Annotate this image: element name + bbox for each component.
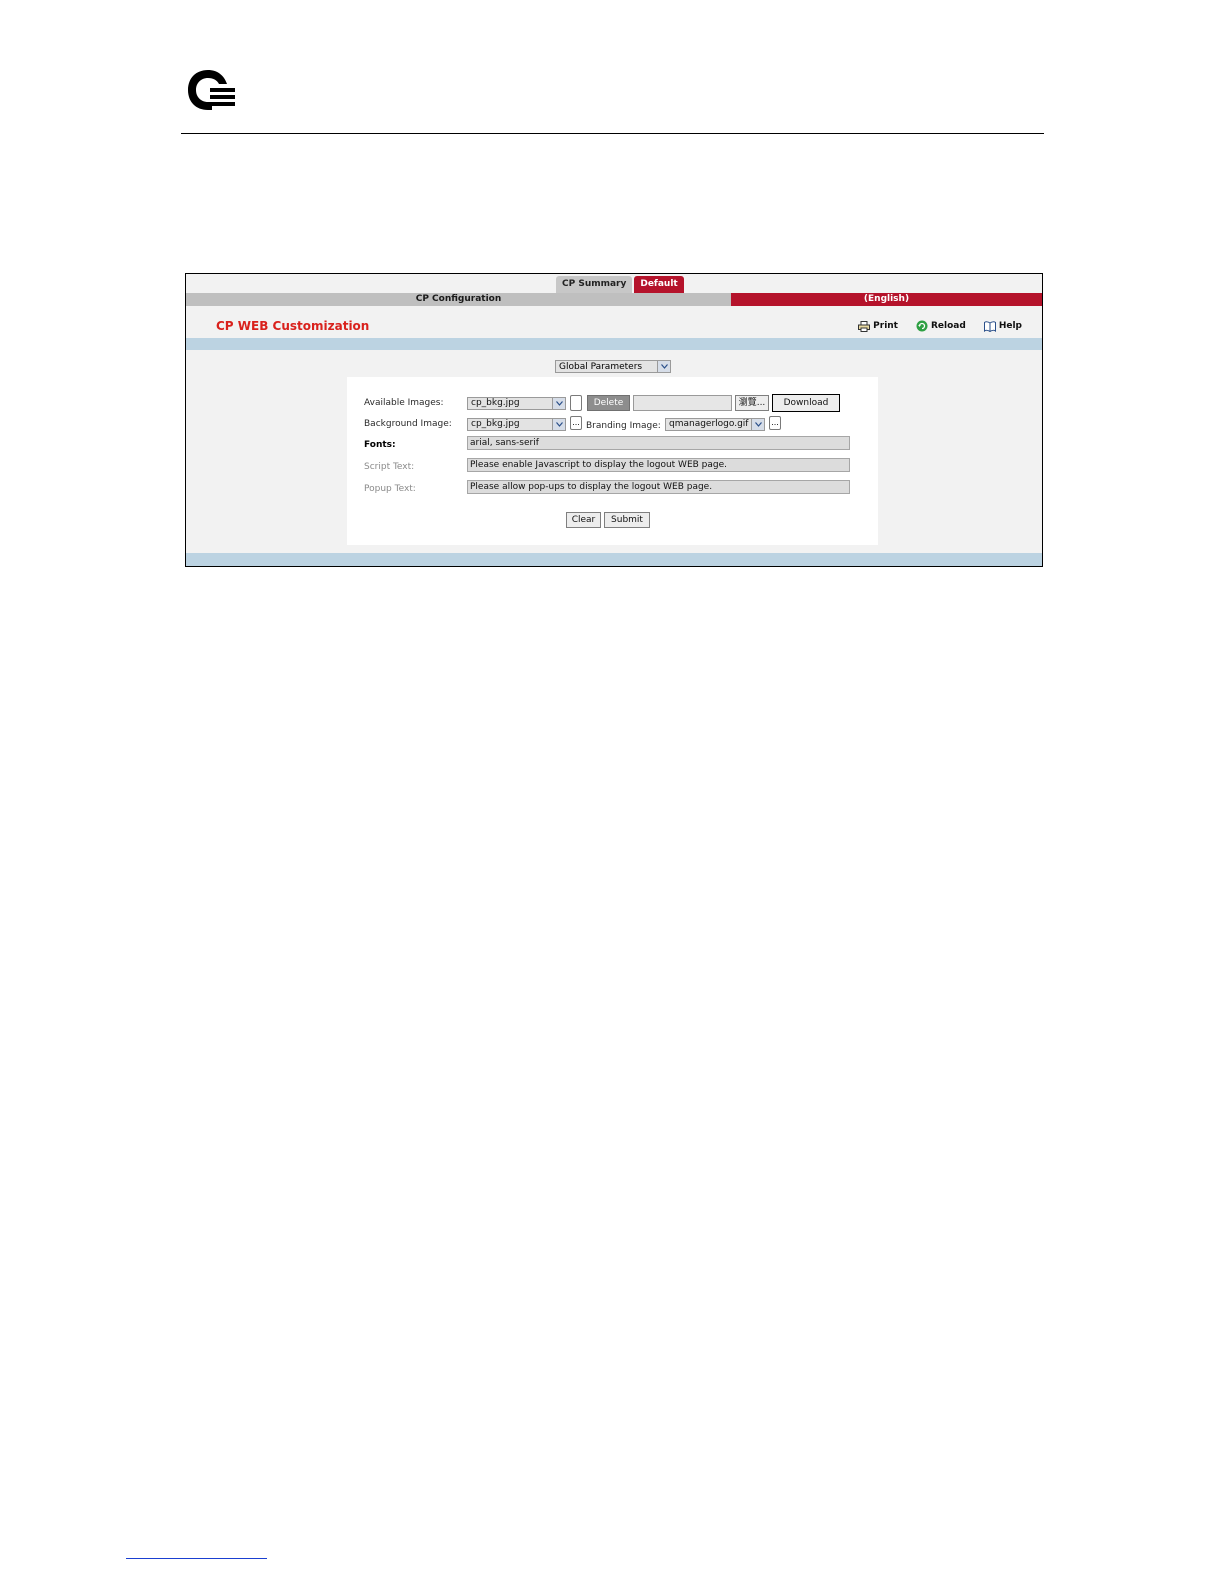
branding-image-value: qmanagerlogo.gif	[669, 419, 749, 429]
page-toolbar: Print Reload Help	[858, 320, 1022, 332]
script-text-input[interactable]: Please enable Javascript to display the …	[467, 458, 850, 472]
script-text-label: Script Text:	[364, 462, 415, 472]
section-select[interactable]: Global Parameters	[555, 360, 671, 373]
branding-image-more-button[interactable]: ...	[769, 416, 781, 430]
file-path-input[interactable]	[633, 395, 732, 411]
print-button[interactable]: Print	[858, 320, 898, 332]
available-images-aux-button[interactable]	[570, 395, 582, 411]
quantum-q-icon	[188, 70, 235, 110]
reload-button[interactable]: Reload	[916, 320, 966, 332]
tab-default[interactable]: Default	[634, 276, 684, 293]
download-button[interactable]: Download	[772, 394, 840, 412]
chevron-down-icon	[552, 419, 565, 430]
chevron-down-icon	[751, 419, 764, 430]
company-logo	[186, 66, 238, 114]
available-images-value: cp_bkg.jpg	[471, 398, 520, 408]
popup-text-label: Popup Text:	[364, 484, 416, 494]
top-tabs: CP Summary Default	[556, 276, 684, 293]
chevron-down-icon	[552, 398, 565, 409]
sub-navigation-bar: CP Configuration (English)	[186, 293, 1042, 306]
section-select-value: Global Parameters	[559, 362, 643, 372]
background-image-value: cp_bkg.jpg	[471, 419, 520, 429]
printer-icon	[858, 320, 871, 332]
available-images-select[interactable]: cp_bkg.jpg	[467, 397, 566, 410]
tab-cp-summary[interactable]: CP Summary	[556, 276, 633, 293]
fonts-input[interactable]: arial, sans-serif	[467, 436, 850, 450]
branding-image-label: Branding Image:	[586, 421, 661, 431]
background-image-select[interactable]: cp_bkg.jpg	[467, 418, 566, 431]
page-title: CP WEB Customization	[216, 319, 370, 333]
footer-link-underline	[126, 1558, 267, 1559]
clear-button[interactable]: Clear	[566, 512, 601, 528]
branding-image-select[interactable]: qmanagerlogo.gif	[665, 418, 765, 431]
popup-text-input[interactable]: Please allow pop-ups to display the logo…	[467, 480, 850, 494]
available-images-label: Available Images:	[364, 398, 444, 408]
background-image-more-button[interactable]: ...	[570, 416, 582, 430]
browse-button[interactable]: 瀏覽...	[735, 395, 769, 411]
background-image-label: Background Image:	[364, 419, 452, 429]
footer-band	[186, 553, 1042, 566]
help-label: Help	[998, 321, 1022, 331]
submit-button[interactable]: Submit	[604, 512, 650, 528]
reload-icon	[916, 320, 928, 332]
web-ui-screenshot: CP Summary Default CP Configuration (Eng…	[185, 273, 1043, 567]
chevron-down-icon	[657, 361, 670, 372]
reload-label: Reload	[931, 321, 966, 331]
header-band	[186, 338, 1042, 350]
delete-button[interactable]: Delete	[587, 395, 630, 411]
help-button[interactable]: Help	[983, 320, 1022, 332]
help-book-icon	[983, 320, 996, 332]
fonts-label: Fonts:	[364, 440, 396, 450]
print-label: Print	[873, 321, 898, 331]
header-divider	[181, 133, 1044, 134]
subtab-language[interactable]: (English)	[731, 293, 1042, 306]
form-panel: Available Images: cp_bkg.jpg Delete 瀏覽..…	[347, 377, 878, 545]
subtab-cp-configuration[interactable]: CP Configuration	[186, 293, 731, 306]
